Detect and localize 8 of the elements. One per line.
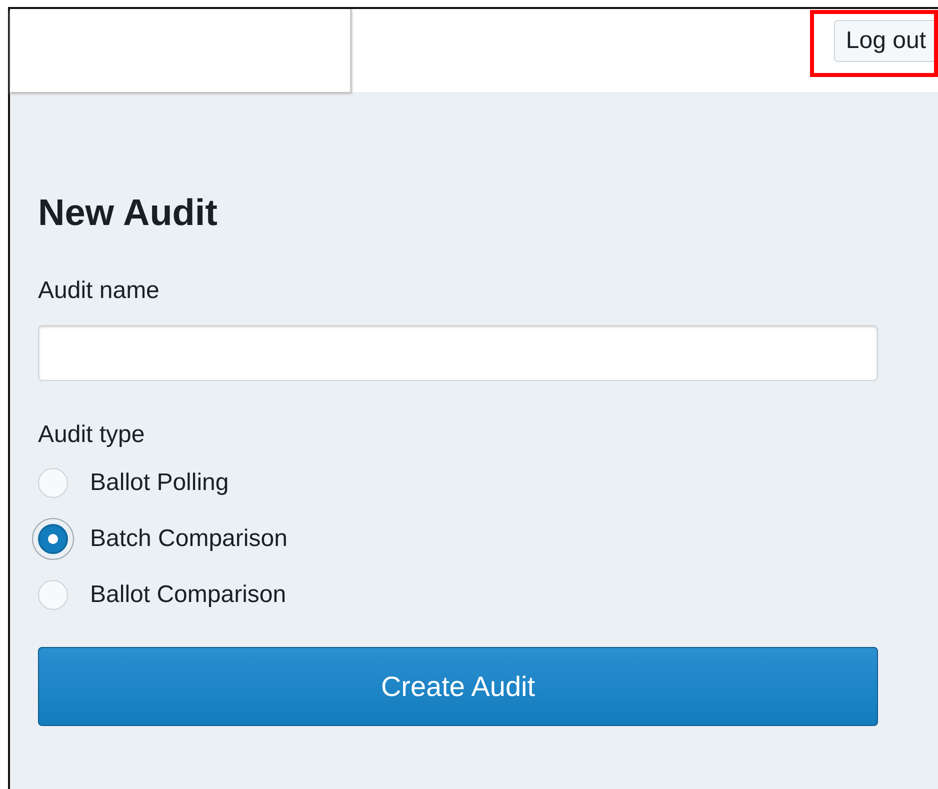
radio-option[interactable]: Batch Comparison — [38, 511, 878, 567]
field-label: Audit type — [38, 421, 146, 449]
radio-option[interactable]: Ballot Comparison — [38, 567, 878, 623]
create-audit-button[interactable]: Create Audit — [38, 647, 878, 726]
radio-option[interactable]: Ballot Polling — [38, 455, 878, 511]
field-label: Audit name — [38, 277, 160, 305]
page-title: New Audit — [38, 192, 219, 234]
audit-name-field[interactable] — [38, 325, 878, 381]
